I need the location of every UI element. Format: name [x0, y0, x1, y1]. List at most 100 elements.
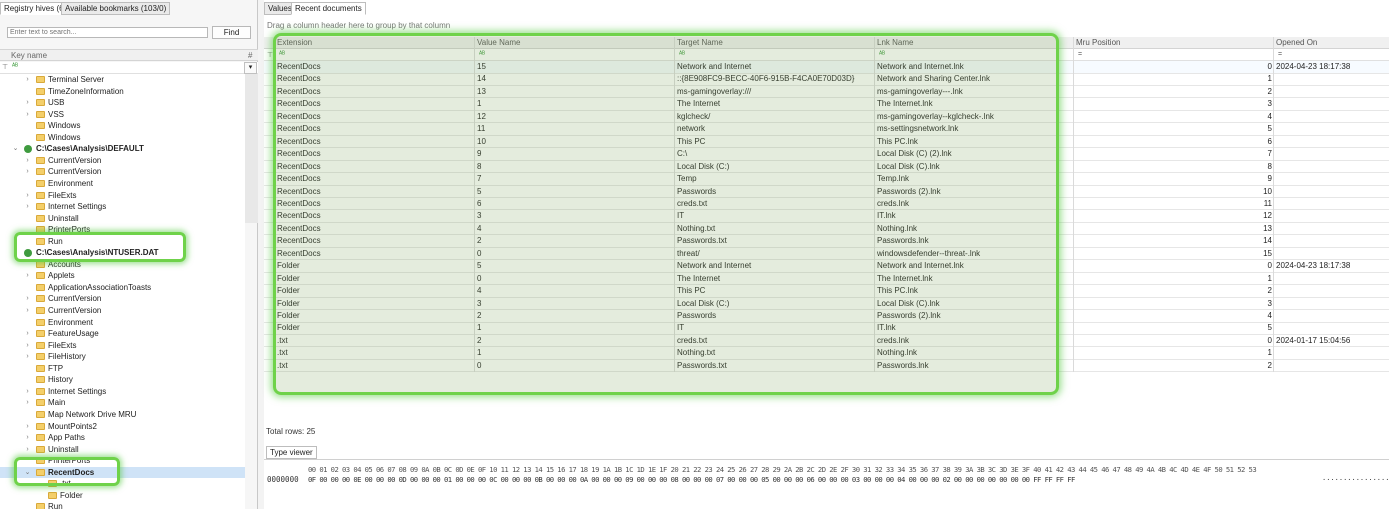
tree-key-node[interactable]: Uninstall	[0, 213, 245, 225]
expand-chevron-icon[interactable]: ›	[24, 155, 31, 166]
filter-condition-icon[interactable]: ᴬᴮ	[479, 51, 485, 58]
tree-key-node[interactable]: History	[0, 374, 245, 386]
extension-column-header[interactable]: Extension	[277, 38, 312, 47]
tree-key-node[interactable]: TimeZoneInformation	[0, 86, 245, 98]
tree-key-node[interactable]: › FeatureUsage	[0, 328, 245, 340]
key-name-column-header[interactable]: Key name	[11, 51, 47, 60]
expand-chevron-icon[interactable]: ›	[24, 340, 31, 351]
table-row[interactable]: RecentDocs 1 The Internet The Internet.lnk 3	[264, 98, 1389, 111]
table-row[interactable]: RecentDocs 8 Local Disk (C:) Local Disk (C)…	[264, 161, 1389, 174]
expand-chevron-icon[interactable]: ›	[24, 328, 31, 339]
expand-chevron-icon[interactable]: ›	[24, 190, 31, 201]
table-row[interactable]: RecentDocs 3 IT IT.lnk 12	[264, 210, 1389, 223]
filter-condition-icon[interactable]: ᴬᴮ	[12, 63, 18, 70]
expand-chevron-icon[interactable]: ›	[24, 432, 31, 443]
expand-chevron-icon[interactable]: ›	[24, 97, 31, 108]
table-row[interactable]: RecentDocs 13 ms-gamingoverlay:/// ms-gamin…	[264, 86, 1389, 99]
tree-scrollbar[interactable]	[245, 74, 258, 223]
tree-options-button[interactable]: ▾	[244, 62, 257, 74]
filter-condition-icon[interactable]: ᴬᴮ	[679, 51, 685, 58]
tree-key-node[interactable]: › Applets	[0, 270, 245, 282]
table-row[interactable]: RecentDocs 15 Network and Internet Network …	[264, 61, 1389, 74]
tree-key-node[interactable]: Windows	[0, 120, 245, 132]
collapse-chevron-icon[interactable]: ⌄	[12, 247, 19, 258]
table-row[interactable]: RecentDocs 0 threat/windowsdefender--threa…	[264, 248, 1389, 261]
search-input[interactable]	[7, 27, 208, 38]
expand-chevron-icon[interactable]: ›	[24, 305, 31, 316]
table-row[interactable]: RecentDocs 11 network ms-settingsnetwork.ln…	[264, 123, 1389, 136]
tree-key-node[interactable]: › Uninstall	[0, 444, 245, 456]
filter-condition-icon[interactable]: ᴬᴮ	[279, 51, 285, 58]
table-row[interactable]: Folder 4 This PC This PC.lnk 2	[264, 285, 1389, 298]
opened-on-column-header[interactable]: Opened On	[1276, 38, 1317, 47]
tree-key-node[interactable]: › MountPoints2	[0, 421, 245, 433]
table-row[interactable]: Folder 1 IT IT.lnk 5	[264, 322, 1389, 335]
tab-recent-documents[interactable]: Recent documents	[291, 2, 366, 15]
tree-key-node[interactable]: › USB	[0, 97, 245, 109]
tab-type-viewer[interactable]: Type viewer	[266, 446, 317, 459]
tree-key-node[interactable]: › Main	[0, 397, 245, 409]
tree-key-node[interactable]: .txt	[0, 478, 245, 490]
tree-key-node[interactable]: ApplicationAssociationToasts	[0, 282, 245, 294]
tree-key-node[interactable]: Environment	[0, 317, 245, 329]
table-row[interactable]: RecentDocs 9 C:\ Local Disk (C) (2).lnk 7	[264, 148, 1389, 161]
tree-key-node[interactable]: Windows	[0, 132, 245, 144]
grid-filter-row[interactable]: ⊤ ᴬᴮ ᴬᴮ ᴬᴮ ᴬᴮ = =	[264, 49, 1389, 61]
table-row[interactable]: RecentDocs 10 This PC This PC.lnk 6	[264, 136, 1389, 149]
lnk-name-column-header[interactable]: Lnk Name	[877, 38, 913, 47]
expand-chevron-icon[interactable]: ›	[24, 351, 31, 362]
tree-key-node[interactable]: › CurrentVersion	[0, 305, 245, 317]
tree-hive-node[interactable]: ⌄ C:\Cases\Analysis\DEFAULT	[0, 143, 245, 155]
tree-key-node[interactable]: Folder	[0, 490, 245, 502]
value-name-column-header[interactable]: Value Name	[477, 38, 520, 47]
filter-condition-icon[interactable]: =	[1278, 51, 1282, 58]
tree-key-node[interactable]: › App Paths	[0, 432, 245, 444]
tree-key-node[interactable]: PrinterPorts	[0, 224, 245, 236]
collapse-chevron-icon[interactable]: ⌄	[12, 143, 19, 154]
table-row[interactable]: .txt 1 Nothing.txt Nothing.lnk 1	[264, 347, 1389, 360]
table-row[interactable]: .txt 2 creds.txt creds.lnk 0 2024-01-17 15:04…	[264, 335, 1389, 348]
collapse-chevron-icon[interactable]: ⌄	[24, 467, 31, 478]
tree-key-node[interactable]: Map Network Drive MRU	[0, 409, 245, 421]
expand-chevron-icon[interactable]: ›	[24, 74, 31, 85]
table-row[interactable]: RecentDocs 5 Passwords Passwords (2).lnk 10	[264, 186, 1389, 198]
tree-key-node[interactable]: › FileExts	[0, 340, 245, 352]
tree-key-node[interactable]: Run	[0, 236, 245, 248]
expand-chevron-icon[interactable]: ›	[24, 386, 31, 397]
table-row[interactable]: RecentDocs 7 Temp Temp.lnk 9	[264, 173, 1389, 186]
expand-chevron-icon[interactable]: ›	[24, 293, 31, 304]
table-row[interactable]: Folder 3 Local Disk (C:) Local Disk (C).lnk…	[264, 298, 1389, 311]
tree-key-node[interactable]: › CurrentVersion	[0, 155, 245, 167]
tree-key-node[interactable]: Run	[0, 501, 245, 509]
table-row[interactable]: RecentDocs 2 Passwords.txt Passwords.lnk 14	[264, 235, 1389, 248]
hex-bytes[interactable]: 0F 00 00 00 0E 00 00 00 0D 00 00 00 01 0…	[308, 475, 1075, 484]
tab-registry-hives[interactable]: Registry hives (6)	[0, 2, 71, 15]
filter-condition-icon[interactable]: =	[1078, 51, 1082, 58]
expand-chevron-icon[interactable]: ›	[24, 270, 31, 281]
mru-position-column-header[interactable]: Mru Position	[1076, 38, 1120, 47]
tree-hive-node[interactable]: ⌄ C:\Cases\Analysis\NTUSER.DAT	[0, 247, 245, 259]
tree-key-node[interactable]: › FileExts	[0, 190, 245, 202]
table-row[interactable]: RecentDocs 6 creds.txt creds.lnk 11	[264, 198, 1389, 211]
table-row[interactable]: Folder 5 Network and Internet Network and I…	[264, 260, 1389, 273]
tree-key-node[interactable]: › VSS	[0, 109, 245, 121]
tree-key-node[interactable]: Accounts	[0, 259, 245, 271]
tree-key-node[interactable]: ⌄ RecentDocs	[0, 466, 245, 479]
expand-chevron-icon[interactable]: ›	[24, 201, 31, 212]
expand-chevron-icon[interactable]: ›	[24, 166, 31, 177]
expand-chevron-icon[interactable]: ›	[24, 397, 31, 408]
expand-chevron-icon[interactable]: ›	[24, 421, 31, 432]
tree-key-node[interactable]: › Internet Settings	[0, 386, 245, 398]
tree-key-node[interactable]: Environment	[0, 178, 245, 190]
table-row[interactable]: RecentDocs 14::{8E908FC9-BECC-40F6-915B-F…	[264, 73, 1389, 86]
filter-condition-icon[interactable]: ᴬᴮ	[879, 51, 885, 58]
tab-available-bookmarks[interactable]: Available bookmarks (103/0)	[61, 2, 171, 15]
target-name-column-header[interactable]: Target Name	[677, 38, 723, 47]
table-row[interactable]: RecentDocs 4 Nothing.txt Nothing.lnk 13	[264, 223, 1389, 236]
expand-chevron-icon[interactable]: ›	[24, 444, 31, 455]
find-button[interactable]: Find	[212, 26, 251, 39]
table-row[interactable]: Folder 0 The Internet The Internet.lnk 1	[264, 273, 1389, 286]
tree-key-node[interactable]: › Internet Settings	[0, 201, 245, 213]
tree-key-node[interactable]: › Terminal Server	[0, 74, 245, 86]
tree-filter-row[interactable]: ⊤ ᴬᴮ ▾	[0, 62, 258, 74]
